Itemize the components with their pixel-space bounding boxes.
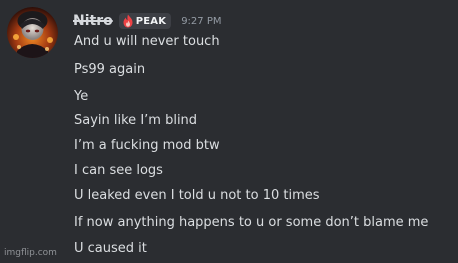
avatar[interactable] [7, 7, 58, 58]
message-line: U caused it [74, 241, 147, 256]
message-line: Sayin like I’m blind [74, 113, 198, 128]
message-line: Ye [74, 89, 89, 104]
message-line: And u will never touch [74, 34, 220, 49]
timestamp[interactable]: 9:27 PM [181, 16, 221, 27]
peak-badge[interactable]: PEAK [118, 13, 172, 29]
message-line: I can see logs [74, 163, 163, 178]
flame-icon [123, 14, 133, 28]
watermark: imgflip.com [4, 248, 57, 258]
message-header: Nitro PEAK 9:27 PM [73, 11, 221, 31]
badge-label: PEAK [135, 15, 167, 27]
chat-message: Nitro PEAK 9:27 PM And u will never touc… [0, 0, 458, 263]
message-line: I’m a fucking mod btw [74, 138, 220, 153]
username[interactable]: Nitro [73, 13, 113, 29]
message-line: Ps99 again [74, 62, 146, 77]
message-line: If now anything happens to u or some don… [74, 215, 429, 230]
message-line: U leaked even I told u not to 10 times [74, 188, 320, 203]
